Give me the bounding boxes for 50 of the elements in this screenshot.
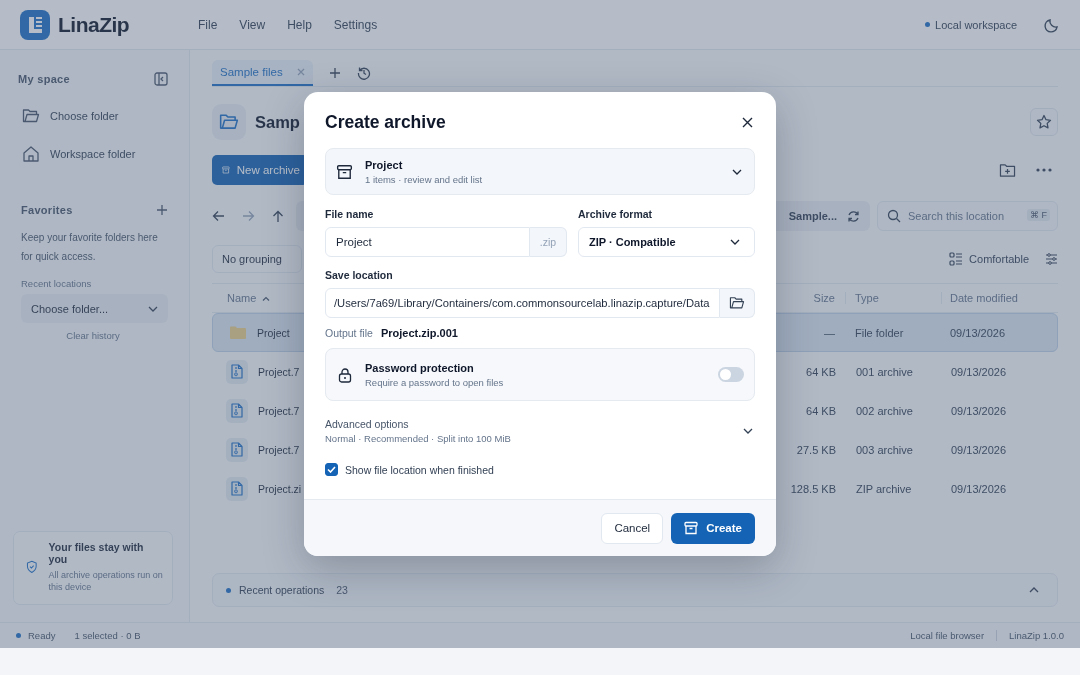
section-title: Favorites — [21, 204, 73, 216]
status-text: Local file browser — [910, 630, 985, 641]
selection-info: 1 selected · 0 B — [74, 630, 141, 641]
file-date: 09/13/2026 — [949, 326, 1007, 339]
location-title: Samp — [255, 112, 300, 132]
advanced-detail: Normal · Recommended · Split into 100 MiB — [325, 433, 511, 444]
file-name: Project — [257, 326, 290, 339]
password-detail: Require a password to open files — [365, 376, 504, 388]
recent-operations-label: Recent operations — [239, 584, 325, 596]
section-title: My space — [18, 73, 70, 85]
checkbox-label: Show file location when finished — [345, 463, 494, 476]
output-label: Output file — [325, 327, 373, 339]
file-size: 64 KB — [805, 404, 837, 417]
workspace-label: Local workspace — [935, 18, 1017, 31]
file-type: 001 archive — [855, 365, 914, 378]
source-name: Project — [365, 158, 404, 171]
file-type: ZIP archive — [855, 482, 913, 495]
file-date: 09/13/2026 — [950, 443, 1008, 456]
dialog-title: Create archive — [325, 111, 446, 133]
output-file: Project.zip.001 — [380, 327, 458, 339]
file-type: 003 archive — [855, 443, 914, 456]
notice-text: All archive operations run on this device — [48, 569, 164, 593]
file-type: 002 archive — [855, 404, 914, 417]
file-type: File folder — [854, 326, 905, 339]
file-size: 128.5 KB — [789, 482, 837, 495]
file-date: 09/13/2026 — [950, 365, 1008, 378]
file-name: Project.7 — [258, 365, 300, 378]
status-text: Ready — [28, 630, 56, 641]
file-date: 09/13/2026 — [950, 482, 1008, 495]
status-text: LinaZip 1.0.0 — [1009, 630, 1064, 641]
shortcut-hint: ⌘ F — [1027, 209, 1050, 221]
file-size: 64 KB — [805, 365, 837, 378]
app-name: LinaZip — [58, 12, 130, 37]
field-label: Archive format — [578, 208, 654, 220]
password-title: Password protection — [365, 361, 475, 374]
notice-title: Your files stay with you — [48, 541, 145, 565]
favorites-hint: Keep your favorite folders here for quick access. — [21, 231, 159, 264]
file-name: Project.7 — [258, 443, 300, 456]
file-size: — — [823, 326, 836, 339]
file-date: 09/13/2026 — [950, 404, 1008, 417]
advanced-title: Advanced options — [325, 418, 410, 430]
field-label: Save location — [325, 269, 394, 281]
source-detail: 1 items · review and edit list — [365, 173, 483, 185]
field-label: File name — [325, 208, 375, 220]
recent-label: Recent locations — [21, 278, 93, 289]
recent-operations-count: 23 — [336, 584, 348, 596]
extension-suffix: .zip — [530, 227, 567, 257]
file-size: 27.5 KB — [795, 443, 837, 456]
file-name: Project.zi — [258, 482, 302, 495]
file-name: Project.7 — [258, 404, 300, 417]
